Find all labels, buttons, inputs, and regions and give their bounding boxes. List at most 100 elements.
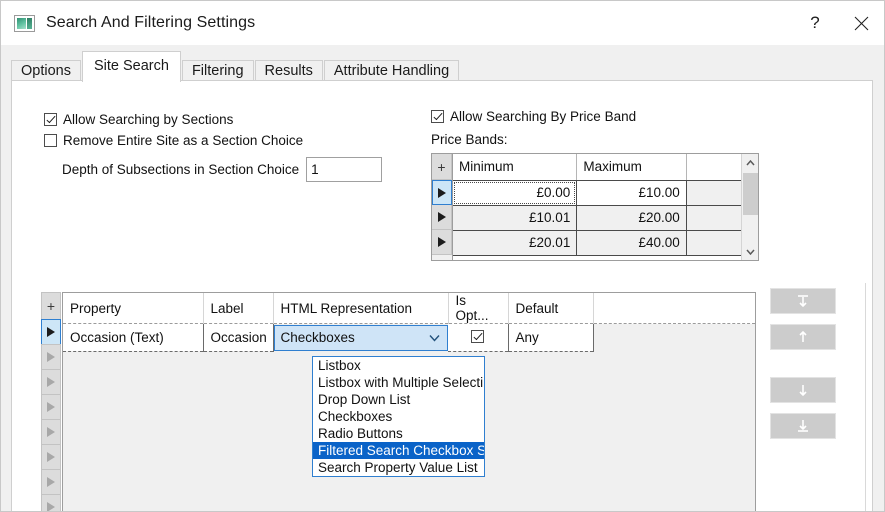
price-band-spacer-cell: [686, 230, 741, 255]
property-grid-empty-cell: [203, 352, 273, 380]
tab-site-search[interactable]: Site Search: [82, 51, 181, 82]
property-grid-empty-cell: [593, 352, 755, 380]
depth-of-subsections-input[interactable]: [306, 157, 382, 182]
price-bands-grid: + MinimumMaximum £0.00£10.00£10.01£20.00…: [431, 153, 759, 261]
remove-entire-site-checkbox[interactable]: [44, 134, 57, 147]
price-band-minimum-cell[interactable]: £0.00: [453, 180, 577, 205]
property-grid-empty-cell: [63, 380, 203, 408]
dropdown-option[interactable]: Drop Down List: [313, 391, 484, 408]
move-to-top-button[interactable]: [770, 288, 836, 314]
move-to-bottom-button[interactable]: [770, 413, 836, 439]
property-grid-row-selector[interactable]: [41, 419, 61, 445]
property-grid-empty-cell: [508, 380, 593, 408]
property-grid-add-row-button[interactable]: +: [41, 292, 61, 320]
property-grid-row[interactable]: Occasion (Text)OccasionCheckboxes Any: [63, 324, 755, 352]
scrollbar-thumb[interactable]: [743, 173, 758, 215]
price-band-maximum-cell[interactable]: £40.00: [577, 230, 686, 255]
price-band-minimum-cell[interactable]: £20.01: [453, 230, 577, 255]
price-band-spacer-cell: [686, 205, 741, 230]
property-grid-row-selector[interactable]: [41, 319, 61, 345]
allow-searching-by-price-band-checkbox[interactable]: [431, 110, 444, 123]
property-grid-body: PropertyLabelHTML RepresentationIs Opt..…: [62, 292, 756, 512]
property-grid-empty-cell: [508, 492, 593, 512]
dropdown-option[interactable]: Search Property Value List: [313, 459, 484, 476]
property-grid-empty-row[interactable]: [63, 492, 755, 512]
price-band-minimum-cell[interactable]: £10.01: [453, 205, 577, 230]
row-arrow-icon: [47, 477, 55, 487]
is-optional-cell[interactable]: [448, 324, 508, 352]
row-arrow-icon: [47, 402, 55, 412]
property-grid-row-selector[interactable]: [41, 494, 61, 512]
property-grid-column-header: Is Opt...: [448, 293, 508, 324]
property-grid-empty-cell: [63, 352, 203, 380]
property-grid-empty-cell: [63, 436, 203, 464]
row-arrow-icon: [47, 352, 55, 362]
price-band-row-selector[interactable]: [432, 180, 452, 205]
property-grid-header-row: PropertyLabelHTML RepresentationIs Opt..…: [63, 293, 755, 324]
price-band-row[interactable]: £20.01£40.00: [453, 230, 741, 255]
tab-options[interactable]: Options: [11, 60, 81, 82]
property-grid-column-header: Default: [508, 293, 593, 324]
close-button[interactable]: [838, 1, 884, 45]
dropdown-option[interactable]: Checkboxes: [313, 408, 484, 425]
property-grid-row-selector[interactable]: [41, 469, 61, 495]
property-cell[interactable]: Occasion (Text): [63, 324, 203, 352]
dropdown-option[interactable]: Listbox with Multiple Selecti: [313, 374, 484, 391]
allow-searching-by-price-band-row[interactable]: Allow Searching By Price Band: [431, 109, 636, 124]
property-grid-empty-cell: [593, 408, 755, 436]
dropdown-option[interactable]: Listbox: [313, 357, 484, 374]
property-grid-empty-cell: [203, 436, 273, 464]
default-cell[interactable]: Any: [508, 324, 593, 352]
move-up-button[interactable]: [770, 324, 836, 350]
price-band-maximum-cell[interactable]: £10.00: [577, 180, 686, 205]
move-down-button[interactable]: [770, 377, 836, 403]
price-bands-scrollbar[interactable]: [741, 154, 758, 260]
remove-entire-site-row[interactable]: Remove Entire Site as a Section Choice: [44, 133, 303, 148]
price-band-row-selector[interactable]: [432, 205, 452, 230]
price-band-add-row-button[interactable]: +: [432, 154, 452, 180]
property-grid-row-selector[interactable]: [41, 394, 61, 420]
price-band-row[interactable]: £0.00£10.00: [453, 180, 741, 205]
dropdown-option[interactable]: Filtered Search Checkbox S: [313, 442, 484, 459]
html-representation-combobox[interactable]: Checkboxes: [274, 325, 449, 351]
row-arrow-icon: [47, 427, 55, 437]
allow-searching-by-price-band-label: Allow Searching By Price Band: [450, 109, 636, 124]
arrow-up-icon: [795, 329, 811, 345]
property-grid-empty-cell: [593, 380, 755, 408]
scroll-down-button[interactable]: [742, 243, 758, 260]
allow-searching-by-sections-row[interactable]: Allow Searching by Sections: [44, 112, 233, 127]
row-arrow-icon: [438, 212, 446, 222]
tab-attribute-handling[interactable]: Attribute Handling: [324, 60, 459, 82]
help-button[interactable]: ?: [792, 1, 838, 45]
tab-filtering[interactable]: Filtering: [182, 60, 254, 82]
price-bands-column-header: [686, 154, 741, 180]
property-grid-empty-cell: [508, 464, 593, 492]
html-representation-cell[interactable]: Checkboxes: [273, 324, 448, 352]
dropdown-option[interactable]: Radio Buttons: [313, 425, 484, 442]
property-grid-empty-cell: [508, 352, 593, 380]
price-band-row[interactable]: £10.01£20.00: [453, 205, 741, 230]
depth-of-subsections-row: Depth of Subsections in Section Choice: [62, 157, 382, 182]
chevron-down-icon[interactable]: [429, 334, 440, 341]
row-arrow-icon: [47, 377, 55, 387]
price-band-maximum-cell[interactable]: £20.00: [577, 205, 686, 230]
property-grid-column-header: Property: [63, 293, 203, 324]
property-grid-row-gutter: +: [41, 292, 62, 512]
property-grid-row-selector[interactable]: [41, 344, 61, 370]
property-grid-row-selector[interactable]: [41, 444, 61, 470]
property-grid-empty-cell: [508, 436, 593, 464]
property-grid-column-header: Label: [203, 293, 273, 324]
property-grid-empty-cell: [63, 492, 203, 512]
price-band-row-selector[interactable]: [432, 230, 452, 255]
property-grid-row-selector[interactable]: [41, 369, 61, 395]
property-grid-empty-cell: [593, 464, 755, 492]
tab-list: OptionsSite SearchFilteringResultsAttrib…: [11, 45, 460, 81]
scroll-up-button[interactable]: [742, 154, 758, 171]
label-cell[interactable]: Occasion: [203, 324, 273, 352]
price-bands-table: MinimumMaximum £0.00£10.00£10.01£20.00£2…: [453, 154, 741, 256]
allow-searching-by-sections-checkbox[interactable]: [44, 113, 57, 126]
is-optional-checkbox[interactable]: [471, 330, 484, 343]
html-representation-dropdown-list[interactable]: ListboxListbox with Multiple SelectiDrop…: [312, 356, 485, 477]
property-grid: + PropertyLabelHTML RepresentationIs Opt…: [41, 292, 756, 512]
tab-results[interactable]: Results: [255, 60, 323, 82]
